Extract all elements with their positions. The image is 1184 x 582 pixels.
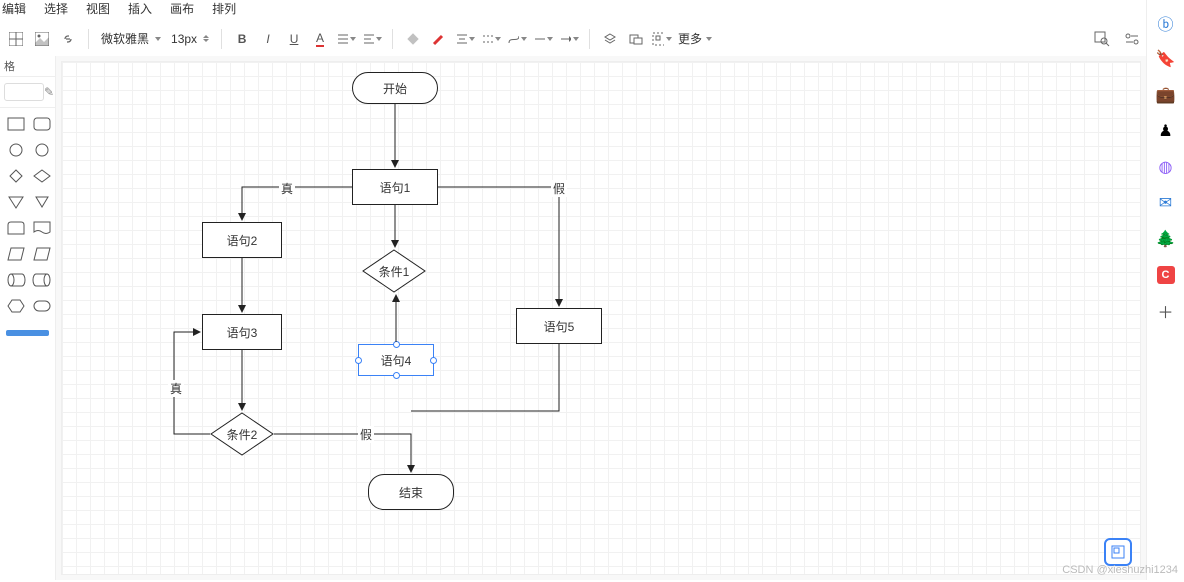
node-stmt2-label: 语句2 (227, 232, 258, 249)
search-canvas-icon[interactable] (1092, 29, 1112, 49)
canvas[interactable]: 开始 语句1 语句2 语句3 条件1 语句4 语句5 条件2 结束 (62, 62, 1140, 574)
font-family-label: 微软雅黑 (101, 30, 149, 47)
shape-document[interactable] (32, 220, 52, 236)
right-rail: ⓑ 🔖 💼 ♟ ◍ ✉ 🌲 C ＋ (1146, 0, 1184, 580)
shape-parallelogram[interactable] (6, 246, 26, 262)
node-end-label: 结束 (399, 484, 423, 501)
bing-icon[interactable]: ⓑ (1155, 12, 1177, 34)
watermark: CSDN @xieshuzhi1234 (1062, 564, 1178, 576)
refresh-icon[interactable]: ◍ (1155, 156, 1177, 178)
node-start[interactable]: 开始 (352, 72, 438, 104)
menubar: 编辑 选择 视图 插入 画布 排列 (0, 0, 1184, 14)
stroke-color-icon[interactable] (429, 29, 449, 49)
minimap-toggle[interactable] (1104, 538, 1132, 566)
tree-icon[interactable]: 🌲 (1155, 228, 1177, 250)
pencil-icon[interactable]: ✎ (44, 85, 54, 99)
shape-square[interactable] (6, 116, 26, 132)
shape-cylinder-h[interactable] (6, 272, 26, 288)
node-start-label: 开始 (383, 80, 407, 97)
add-icon[interactable]: ＋ (1155, 300, 1177, 322)
menu-canvas[interactable]: 画布 (170, 0, 194, 17)
edge-label-true2: 真 (168, 380, 184, 397)
panel-accent (6, 330, 49, 336)
link-icon[interactable] (58, 29, 78, 49)
connector-icon[interactable] (507, 29, 527, 49)
more-label: 更多 (678, 30, 702, 47)
shape-circle[interactable] (32, 142, 52, 158)
shape-diamond-small[interactable] (6, 168, 26, 184)
node-cond2[interactable]: 条件2 (210, 412, 274, 456)
font-color-icon[interactable]: A (310, 29, 330, 49)
toolbar: 微软雅黑 13px B I U A 更多 (0, 18, 1184, 60)
group-icon[interactable] (652, 29, 672, 49)
shape-tab[interactable] (6, 220, 26, 236)
node-stmt4[interactable]: 语句4 (358, 344, 434, 376)
italic-icon[interactable]: I (258, 29, 278, 49)
settings-icon[interactable] (1122, 29, 1142, 49)
node-stmt2[interactable]: 语句2 (202, 222, 282, 258)
font-size-stepper[interactable] (203, 35, 209, 42)
font-size-select[interactable]: 13px (169, 32, 211, 46)
edge-label-true1: 真 (279, 180, 295, 197)
edge-label-false2: 假 (358, 426, 374, 443)
font-size-label: 13px (171, 32, 197, 46)
menu-view[interactable]: 视图 (86, 0, 110, 17)
layers-icon[interactable] (600, 29, 620, 49)
shape-hexagon[interactable] (6, 298, 26, 314)
more-button[interactable]: 更多 (678, 30, 712, 47)
node-cond1[interactable]: 条件1 (362, 249, 426, 293)
canvas-wrap: 开始 语句1 语句2 语句3 条件1 语句4 语句5 条件2 结束 (56, 56, 1146, 580)
image-icon[interactable] (32, 29, 52, 49)
tag-icon[interactable]: 🔖 (1155, 48, 1177, 70)
line-style-icon[interactable] (533, 29, 553, 49)
menu-insert[interactable]: 插入 (128, 0, 152, 17)
node-stmt5-label: 语句5 (544, 318, 575, 335)
bold-icon[interactable]: B (232, 29, 252, 49)
shape-triangle[interactable] (32, 194, 52, 210)
align-icon[interactable] (362, 29, 382, 49)
node-stmt1[interactable]: 语句1 (352, 169, 438, 205)
shape-capsule[interactable] (32, 298, 52, 314)
shape-invtriangle[interactable] (6, 194, 26, 210)
edge-label-false1: 假 (551, 180, 567, 197)
shape-grid (0, 108, 55, 322)
font-family-select[interactable]: 微软雅黑 (99, 30, 163, 47)
shape-diamond[interactable] (32, 168, 52, 184)
menu-select[interactable]: 选择 (44, 0, 68, 17)
grid-icon[interactable] (6, 29, 26, 49)
fill-color-icon[interactable] (403, 29, 423, 49)
chess-icon[interactable]: ♟ (1155, 120, 1177, 142)
distribute-icon[interactable] (481, 29, 501, 49)
node-cond1-label: 条件1 (379, 263, 410, 280)
shape-ellipse[interactable] (6, 142, 26, 158)
app-c-icon[interactable]: C (1155, 264, 1177, 286)
node-stmt1-label: 语句1 (380, 179, 411, 196)
panel-header: 格 (0, 56, 55, 77)
node-stmt3[interactable]: 语句3 (202, 314, 282, 350)
arrow-icon[interactable] (559, 29, 579, 49)
shape-cylinder-h2[interactable] (32, 272, 52, 288)
underline-icon[interactable]: U (284, 29, 304, 49)
shape-panel: 格 ✎ (0, 56, 56, 580)
node-stmt4-label: 语句4 (381, 352, 412, 369)
line-height-icon[interactable] (336, 29, 356, 49)
outlook-icon[interactable]: ✉ (1155, 192, 1177, 214)
shape-rounded[interactable] (32, 116, 52, 132)
shape-search-input[interactable] (4, 83, 44, 101)
node-end[interactable]: 结束 (368, 474, 454, 510)
menu-arrange[interactable]: 排列 (212, 0, 236, 17)
node-cond2-label: 条件2 (227, 426, 258, 443)
shape-parallelogram2[interactable] (32, 246, 52, 262)
briefcase-icon[interactable]: 💼 (1155, 84, 1177, 106)
order-icon[interactable] (626, 29, 646, 49)
node-stmt3-label: 语句3 (227, 324, 258, 341)
node-stmt5[interactable]: 语句5 (516, 308, 602, 344)
align-objects-icon[interactable] (455, 29, 475, 49)
menu-edit[interactable]: 编辑 (2, 0, 26, 17)
